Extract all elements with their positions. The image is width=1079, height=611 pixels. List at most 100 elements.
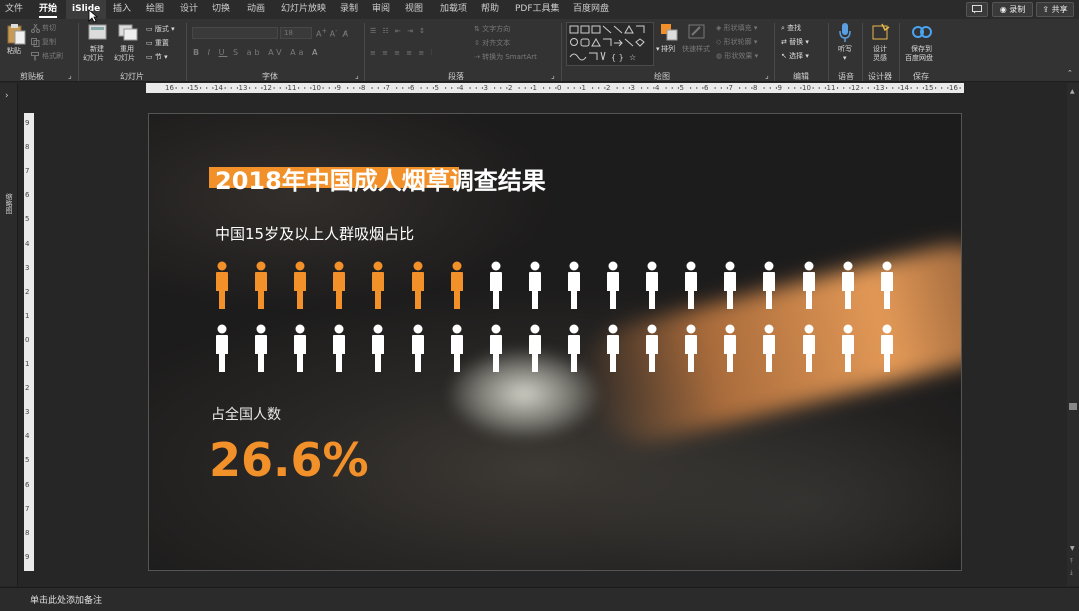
expand-panel-icon[interactable]: › bbox=[5, 91, 9, 101]
copy-button[interactable]: 复制 bbox=[42, 38, 56, 47]
format-painter-button[interactable]: 格式刷 bbox=[42, 52, 63, 61]
vertical-scrollbar[interactable]: ▲ ▼ ⤒ ⤓ bbox=[1067, 83, 1079, 586]
scroll-down-icon[interactable]: ▼ bbox=[1070, 545, 1075, 552]
ruler-number: 13 bbox=[875, 84, 885, 92]
next-slide-icon[interactable]: ⤓ bbox=[1070, 569, 1073, 577]
percent-label[interactable]: 占全国人数 bbox=[211, 404, 281, 424]
tab-1[interactable]: 开始 bbox=[39, 0, 58, 19]
quick-styles-label[interactable]: 快速样式 bbox=[682, 45, 710, 54]
baidu-netdisk-icon[interactable] bbox=[912, 23, 932, 39]
layout-button[interactable]: ▭ 版式 ▾ bbox=[146, 25, 175, 34]
paragraph-launcher-icon[interactable]: ⌟ bbox=[551, 71, 555, 80]
tab-6[interactable]: 切换 bbox=[212, 0, 230, 19]
dictate-label[interactable]: 听写 bbox=[838, 45, 852, 54]
save-to-label[interactable]: 保存到 bbox=[911, 45, 932, 54]
share-button[interactable]: ⇪ 共享 bbox=[1036, 2, 1074, 17]
clipboard-group-label: 剪贴板 bbox=[20, 72, 44, 81]
people-icon-grid[interactable] bbox=[149, 114, 961, 570]
slide-canvas[interactable]: 2018年中国成人烟草调查结果 中国15岁及以上人群吸烟占比 占全国人数 26.… bbox=[148, 113, 962, 571]
ruler-number: 11 bbox=[826, 84, 836, 92]
ribbon-home: 粘贴 剪切 复制 格式刷 剪贴板 ⌟ 新建 幻灯片 重用 幻灯片 ▭ 版式 ▾ … bbox=[0, 19, 1079, 82]
notes-placeholder[interactable]: 单击此处添加备注 bbox=[30, 593, 102, 606]
quick-styles-icon[interactable] bbox=[688, 23, 706, 41]
reuse-label2[interactable]: 幻灯片 bbox=[114, 54, 135, 63]
tab-11[interactable]: 视图 bbox=[405, 0, 423, 19]
list-buttons[interactable]: ☰ ☷ ⇤ ⇥ ↕ bbox=[370, 27, 427, 36]
shape-outline-button[interactable]: ◇ 形状轮廓 ▾ bbox=[716, 38, 757, 47]
select-button[interactable]: ↖ 选择 ▾ bbox=[781, 52, 809, 61]
comments-button[interactable] bbox=[966, 2, 988, 17]
paste-icon[interactable] bbox=[6, 23, 26, 45]
font-name-combobox[interactable] bbox=[192, 27, 278, 39]
person-icon bbox=[489, 261, 502, 309]
tab-4[interactable]: 绘图 bbox=[146, 0, 164, 19]
arrange-icon[interactable] bbox=[660, 23, 678, 41]
tab-10[interactable]: 审阅 bbox=[372, 0, 390, 19]
scroll-thumb[interactable] bbox=[1069, 403, 1077, 410]
gallery-scroll-icon[interactable]: ▾ bbox=[656, 45, 660, 54]
tab-9[interactable]: 录制 bbox=[340, 0, 358, 19]
vertical-ruler-number: 5 bbox=[25, 456, 30, 465]
tab-15[interactable]: 百度网盘 bbox=[573, 0, 609, 19]
paste-label[interactable]: 粘贴 bbox=[7, 47, 21, 56]
group-separator bbox=[828, 23, 829, 81]
tab-7[interactable]: 动画 bbox=[247, 0, 265, 19]
vertical-ruler-number: 2 bbox=[25, 384, 30, 393]
vertical-ruler-number: 2 bbox=[25, 287, 30, 296]
tab-2[interactable]: iSlide bbox=[66, 0, 107, 19]
tab-12[interactable]: 加载项 bbox=[440, 0, 467, 19]
align-text-button[interactable]: ⇳ 对齐文本 bbox=[474, 39, 510, 48]
new-slide-label[interactable]: 新建 bbox=[90, 45, 104, 54]
new-slide-label2[interactable]: 幻灯片 bbox=[83, 54, 104, 63]
reuse-label[interactable]: 重用 bbox=[120, 45, 134, 54]
arrange-label[interactable]: 排列 bbox=[661, 45, 675, 54]
shape-fill-button[interactable]: ◈ 形状填充 ▾ bbox=[716, 24, 757, 33]
tab-8[interactable]: 幻灯片放映 bbox=[281, 0, 326, 19]
font-style-buttons[interactable]: B I U S ab AV Aa A bbox=[193, 48, 321, 57]
scroll-up-icon[interactable]: ▲ bbox=[1070, 88, 1075, 95]
text-direction-button[interactable]: ⇅ 文字方向 bbox=[474, 25, 510, 34]
percent-value[interactable]: 26.6% bbox=[209, 432, 369, 488]
vertical-ruler-number: 9 bbox=[25, 119, 30, 127]
collapse-ribbon-icon[interactable]: ⌃ bbox=[1067, 69, 1073, 78]
alignment-buttons[interactable]: ≡ ≡ ≡ ≡ ≡ ⫶ bbox=[370, 49, 434, 58]
copy-icon bbox=[31, 38, 40, 47]
tab-5[interactable]: 设计 bbox=[180, 0, 198, 19]
person-icon bbox=[841, 324, 854, 372]
font-size-combobox[interactable]: 18 bbox=[280, 27, 312, 39]
tab-14[interactable]: PDF工具集 bbox=[515, 0, 560, 19]
design-ideas-label2[interactable]: 灵感 bbox=[873, 54, 887, 63]
thumbnails-panel[interactable]: › 缩略图 bbox=[0, 83, 18, 586]
find-button[interactable]: ⌕ 查找 bbox=[781, 24, 801, 33]
save-to-label2[interactable]: 百度网盘 bbox=[905, 54, 933, 63]
shapes-gallery[interactable]: { } ☆ bbox=[566, 22, 654, 66]
replace-button[interactable]: ⇄ 替换 ▾ bbox=[781, 38, 809, 47]
font-size-buttons[interactable]: A+ A- A̸ bbox=[316, 27, 348, 39]
comment-icon bbox=[972, 5, 982, 14]
ruler-number: 9 bbox=[336, 84, 341, 92]
tab-3[interactable]: 插入 bbox=[113, 0, 131, 19]
section-button[interactable]: ▭ 节 ▾ bbox=[146, 53, 168, 62]
record-button[interactable]: ◉ 录制 bbox=[992, 2, 1033, 17]
person-icon bbox=[567, 324, 580, 372]
reset-button[interactable]: ▭ 重置 bbox=[146, 39, 169, 48]
smartart-button[interactable]: ⇢ 转换为 SmartArt bbox=[474, 53, 537, 62]
prev-slide-icon[interactable]: ⤒ bbox=[1070, 558, 1073, 566]
tab-13[interactable]: 帮助 bbox=[481, 0, 499, 19]
voice-group-label: 语音 bbox=[838, 72, 854, 81]
tab-0[interactable]: 文件 bbox=[5, 0, 23, 19]
notes-pane[interactable]: 单击此处添加备注 bbox=[0, 587, 1079, 611]
shape-effects-button[interactable]: ◍ 形状效果 ▾ bbox=[716, 52, 758, 61]
font-launcher-icon[interactable]: ⌟ bbox=[355, 71, 359, 80]
new-slide-icon[interactable] bbox=[88, 23, 108, 41]
reuse-slides-icon[interactable] bbox=[118, 23, 138, 41]
dictate-dropdown-icon[interactable]: ▾ bbox=[843, 54, 847, 63]
cut-button[interactable]: 剪切 bbox=[42, 24, 56, 33]
clipboard-launcher-icon[interactable]: ⌟ bbox=[68, 71, 72, 80]
microphone-icon[interactable] bbox=[838, 22, 852, 44]
vertical-ruler-number: 6 bbox=[25, 191, 30, 200]
drawing-launcher-icon[interactable]: ⌟ bbox=[765, 71, 769, 80]
person-icon bbox=[763, 324, 776, 372]
designer-icon[interactable] bbox=[872, 23, 890, 41]
design-ideas-label[interactable]: 设计 bbox=[873, 45, 887, 54]
